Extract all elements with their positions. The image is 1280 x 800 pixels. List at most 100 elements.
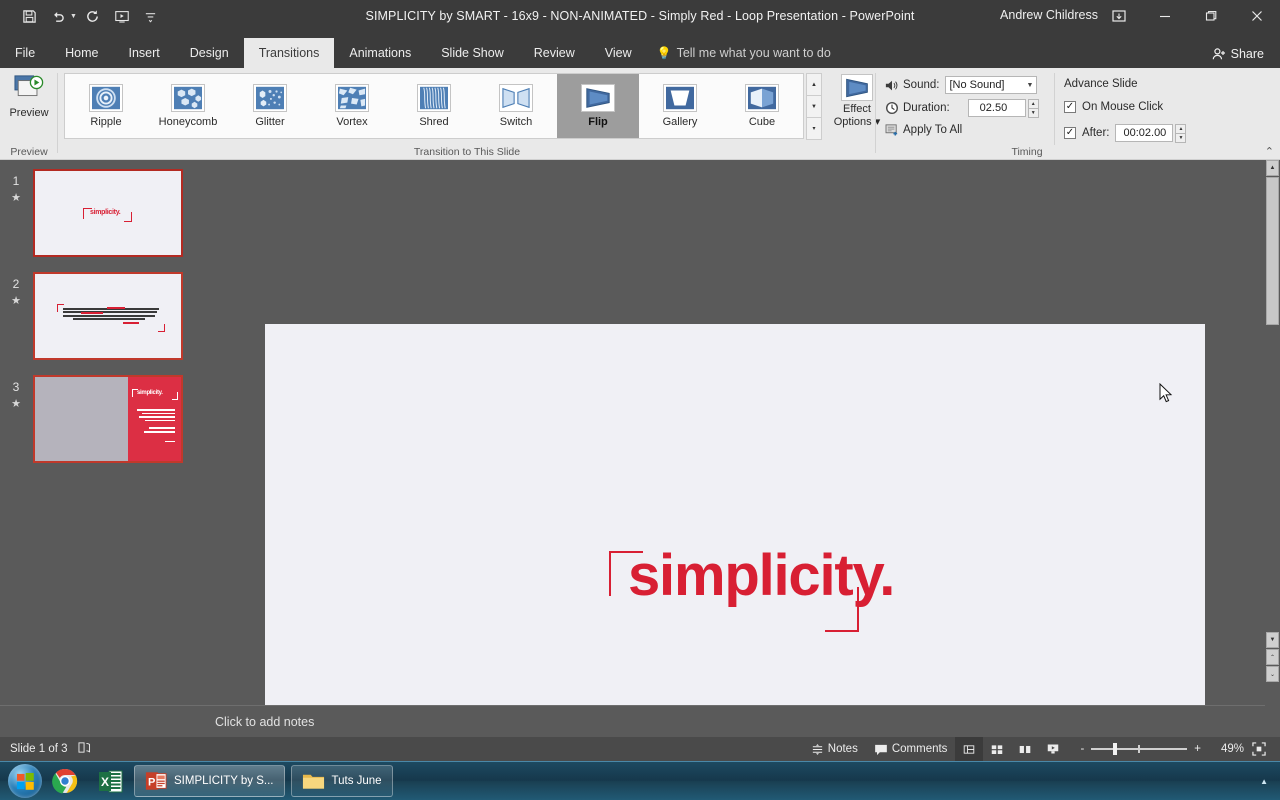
gallery-icon: [663, 84, 697, 112]
zoom-in-button[interactable]: +: [1187, 743, 1208, 755]
previous-slide-button[interactable]: ⌃: [1266, 649, 1279, 665]
on-mouse-click-label: On Mouse Click: [1082, 101, 1164, 113]
redo-icon[interactable]: [80, 4, 106, 28]
excel-icon[interactable]: X: [88, 764, 134, 798]
taskbar-folder[interactable]: Tuts June: [290, 765, 393, 797]
tab-design[interactable]: Design: [175, 38, 244, 68]
tell-me-search[interactable]: 💡 Tell me what you want to do: [647, 38, 841, 68]
share-button[interactable]: Share: [1204, 43, 1272, 65]
honeycomb-icon: [171, 84, 205, 112]
sound-dropdown[interactable]: [No Sound] ▼: [945, 76, 1038, 94]
start-button[interactable]: [8, 764, 42, 798]
duration-spinner[interactable]: ▲ ▼: [1027, 99, 1039, 118]
vertical-scrollbar[interactable]: ▲ ▼ ⌃ ⌄: [1265, 160, 1280, 737]
apply-to-all-label: Apply To All: [903, 123, 963, 136]
transition-star-icon[interactable]: ★: [8, 397, 24, 410]
lightbulb-icon: 💡: [656, 46, 672, 60]
scroll-up-button[interactable]: ▲: [1266, 160, 1279, 176]
preview-button[interactable]: Preview: [6, 74, 52, 119]
effect-options-label-1: Effect: [843, 103, 871, 115]
apply-to-all-button[interactable]: Apply To All: [884, 123, 962, 136]
thumbnail-number: 1: [12, 174, 20, 188]
gallery-scroll-up-button[interactable]: ▲: [806, 73, 822, 96]
spinner-down-icon: ▼: [1027, 108, 1039, 118]
thumbnail-slide-1[interactable]: 1 ★ simplicity.: [0, 169, 203, 269]
tab-review[interactable]: Review: [519, 38, 590, 68]
tab-insert[interactable]: Insert: [114, 38, 175, 68]
thumbnail-canvas[interactable]: simplicity.: [33, 272, 183, 360]
slide-show-button[interactable]: [1039, 737, 1067, 761]
tab-home[interactable]: Home: [50, 38, 113, 68]
on-mouse-click-checkbox[interactable]: ✓: [1064, 101, 1076, 113]
save-icon[interactable]: [16, 4, 42, 28]
gallery-more-button[interactable]: ▾: [806, 117, 822, 140]
sound-icon: [884, 79, 900, 92]
thumbnail-canvas[interactable]: simplicity.: [33, 375, 183, 463]
tab-transitions[interactable]: Transitions: [243, 38, 335, 68]
transition-star-icon[interactable]: ★: [8, 294, 24, 307]
slide-canvas-area[interactable]: simplicity.: [203, 160, 1265, 800]
transition-honeycomb[interactable]: Honeycomb: [147, 74, 229, 138]
notes-button[interactable]: Notes: [803, 737, 866, 761]
undo-dropdown-icon[interactable]: ▼: [70, 13, 77, 20]
slide-thumbnail-pane[interactable]: 1 ★ simplicity. 2 ★ 3 ★ simplicity.: [0, 160, 203, 705]
transition-vortex[interactable]: Vortex: [311, 74, 393, 138]
minimize-icon[interactable]: [1142, 0, 1188, 32]
duration-input[interactable]: 02.50: [967, 99, 1026, 117]
zoom-out-button[interactable]: -: [1073, 743, 1091, 755]
after-spinner[interactable]: ▲ ▼: [1175, 124, 1187, 143]
start-from-beginning-icon[interactable]: [109, 4, 135, 28]
chrome-icon[interactable]: [42, 764, 88, 798]
customize-qat-icon[interactable]: [138, 4, 164, 28]
restore-icon[interactable]: [1188, 0, 1234, 32]
thumbnail-slide-2[interactable]: 2 ★ simpl: [0, 272, 203, 372]
comments-button[interactable]: Comments: [866, 737, 956, 761]
transition-gallery-effect[interactable]: Gallery: [639, 74, 721, 138]
transition-gallery[interactable]: Ripple Honeycomb Glitter Vortex Shred Sw…: [64, 73, 804, 139]
collapse-ribbon-button[interactable]: ⌃: [1265, 145, 1274, 158]
sound-value: [No Sound]: [949, 79, 1005, 91]
after-row[interactable]: ✓ After: 00:02.00 ▲ ▼: [1064, 124, 1187, 143]
proofing-icon[interactable]: [78, 741, 92, 757]
transition-ripple[interactable]: Ripple: [65, 74, 147, 138]
clock-icon: [884, 101, 900, 115]
show-hidden-icons-button[interactable]: ▲: [1260, 777, 1268, 786]
scrollbar-thumb[interactable]: [1266, 177, 1279, 325]
tab-animations[interactable]: Animations: [334, 38, 426, 68]
thumbnail-slide-3[interactable]: 3 ★ simplicity.: [0, 375, 203, 475]
ribbon-display-options-icon[interactable]: [1096, 0, 1142, 32]
normal-view-button[interactable]: [955, 737, 984, 761]
scroll-down-button[interactable]: ▼: [1266, 632, 1279, 648]
transition-flip[interactable]: Flip: [557, 74, 639, 138]
svg-text:X: X: [101, 775, 109, 789]
fit-to-window-button[interactable]: [1244, 737, 1274, 761]
undo-icon[interactable]: [45, 4, 71, 28]
tab-file[interactable]: File: [0, 38, 50, 68]
after-input[interactable]: 00:02.00: [1115, 124, 1174, 142]
notes-pane[interactable]: Click to add notes: [203, 705, 1265, 737]
tab-view[interactable]: View: [590, 38, 647, 68]
zoom-midpoint-tick: [1138, 745, 1141, 753]
zoom-track[interactable]: [1091, 743, 1188, 755]
close-icon[interactable]: [1234, 0, 1280, 32]
account-name[interactable]: Andrew Childress: [1000, 8, 1098, 22]
reading-view-button[interactable]: [1011, 737, 1039, 761]
next-slide-button[interactable]: ⌄: [1266, 666, 1279, 682]
transition-shred[interactable]: Shred: [393, 74, 475, 138]
slide-sorter-view-button[interactable]: [983, 737, 1011, 761]
after-checkbox[interactable]: ✓: [1064, 127, 1076, 139]
zoom-slider[interactable]: - +: [1067, 737, 1214, 761]
on-mouse-click-row[interactable]: ✓ On Mouse Click: [1064, 101, 1163, 113]
gallery-scroll-down-button[interactable]: ▼: [806, 95, 822, 118]
slide-counter[interactable]: Slide 1 of 3: [10, 743, 68, 755]
taskbar-powerpoint[interactable]: P SIMPLICITY by S...: [134, 765, 285, 797]
vortex-icon: [335, 84, 369, 112]
transition-glitter[interactable]: Glitter: [229, 74, 311, 138]
thumbnail-canvas[interactable]: simplicity.: [33, 169, 183, 257]
transition-cube[interactable]: Cube: [721, 74, 803, 138]
transition-switch[interactable]: Switch: [475, 74, 557, 138]
transition-star-icon[interactable]: ★: [8, 191, 24, 204]
tab-slide-show[interactable]: Slide Show: [426, 38, 519, 68]
zoom-handle[interactable]: [1113, 743, 1118, 755]
zoom-level[interactable]: 49%: [1214, 743, 1244, 755]
